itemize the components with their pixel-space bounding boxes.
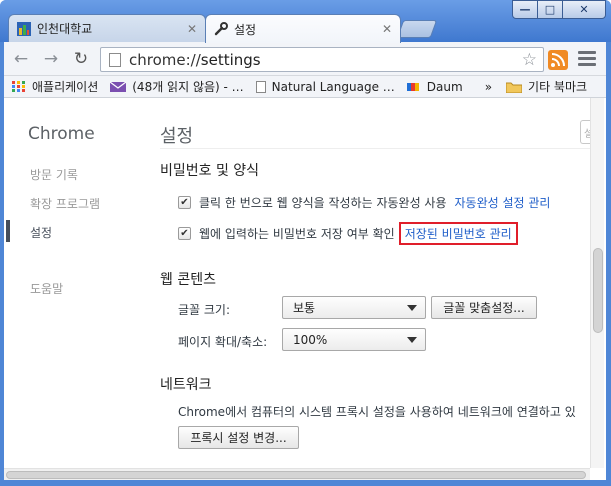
back-arrow-icon[interactable]: ← [10, 49, 32, 69]
address-bar[interactable]: chrome://settings ☆ [100, 47, 544, 72]
bookmark-apps[interactable]: 애플리케이션 [12, 78, 98, 95]
sidebar-brand: Chrome [28, 124, 95, 144]
close-tab-icon[interactable]: ✕ [382, 22, 392, 36]
window-frame-right [606, 42, 611, 486]
scrollbar-thumb[interactable] [593, 248, 603, 333]
sidebar-item-help[interactable]: 도움말 [30, 280, 63, 297]
daum-icon [406, 81, 421, 93]
horizontal-scrollbar[interactable] [4, 468, 590, 480]
window-frame-left [0, 42, 4, 486]
site-favicon-icon [17, 21, 31, 36]
tab-label: 인천대학교 [37, 22, 93, 36]
bookmarks-overflow-chevron[interactable]: » [485, 80, 492, 94]
autofill-row: ✔ 클릭 한 번으로 웹 양식을 작성하는 자동완성 사용 자동완성 설정 관리 [178, 194, 550, 211]
chevron-down-icon [407, 305, 417, 311]
window-frame-bottom [0, 480, 611, 486]
password-row: ✔ 웹에 입력하는 비밀번호 저장 여부 확인 저장된 비밀번호 관리 [178, 222, 518, 245]
apps-grid-icon [12, 80, 26, 93]
close-tab-icon[interactable]: ✕ [187, 22, 197, 36]
save-passwords-label: 웹에 입력하는 비밀번호 저장 여부 확인 [199, 227, 395, 241]
manage-passwords-link[interactable]: 저장된 비밀번호 관리 [398, 222, 518, 245]
chevron-down-icon [407, 337, 417, 343]
autofill-label: 클릭 한 번으로 웹 양식을 작성하는 자동완성 사용 [199, 196, 447, 210]
save-passwords-checkbox[interactable]: ✔ [178, 227, 191, 240]
scrollbar-thumb[interactable] [6, 471, 586, 479]
change-proxy-settings-button[interactable]: 프록시 설정 변경... [178, 426, 299, 449]
customize-fonts-button[interactable]: 글꼴 맞춤설정... [431, 296, 537, 319]
toolbar: ← → ↻ chrome://settings ☆ [0, 42, 611, 76]
font-size-label: 글꼴 크기: [178, 303, 231, 317]
network-section-title: 네트워크 [160, 377, 212, 393]
settings-sidebar: Chrome 방문 기록 확장 프로그램 설정 도움말 [0, 98, 140, 468]
forward-arrow-icon[interactable]: → [40, 49, 62, 69]
tab-incheon-university[interactable]: 인천대학교 ✕ [8, 14, 206, 42]
header-divider [160, 148, 590, 149]
network-description: Chrome에서 컴퓨터의 시스템 프록시 설정을 사용하여 네트워크에 연결하… [178, 405, 576, 419]
font-size-select[interactable]: 보통 [282, 296, 426, 319]
bookmark-mail[interactable]: (48개 읽지 않음) - … [109, 78, 244, 95]
new-tab-button[interactable] [396, 20, 438, 38]
sidebar-item-extensions[interactable]: 확장 프로그램 [30, 195, 100, 212]
autofill-settings-link[interactable]: 자동완성 설정 관리 [455, 194, 551, 211]
menu-icon[interactable] [578, 51, 596, 67]
vertical-scrollbar[interactable] [590, 98, 604, 468]
maximize-button[interactable]: □ [537, 0, 563, 19]
bookmark-daum[interactable]: Daum [406, 80, 463, 94]
web-content-section-title: 웹 콘텐츠 [160, 272, 216, 288]
bookmark-natural-language[interactable]: Natural Language … [255, 80, 395, 94]
selected-indicator [6, 220, 10, 242]
page-icon [255, 80, 266, 93]
autofill-checkbox[interactable]: ✔ [178, 196, 191, 209]
passwords-section-title: 비밀번호 및 양식 [160, 163, 260, 179]
wrench-icon [214, 22, 228, 36]
bookmarks-bar: 애플리케이션 (48개 읽지 않음) - … Natural Language … [0, 76, 611, 98]
settings-page: Chrome 방문 기록 확장 프로그램 설정 도움말 설정 설 비밀번호 및 … [0, 98, 611, 486]
bookmark-star-icon[interactable]: ☆ [522, 50, 537, 70]
address-url: chrome://settings [129, 50, 261, 69]
bookmark-other[interactable]: 기타 북마크 [505, 78, 587, 95]
tab-settings[interactable]: 설정 ✕ [205, 14, 401, 43]
page-icon [109, 52, 121, 67]
mail-icon [109, 81, 127, 93]
page-title: 설정 [160, 126, 194, 147]
page-zoom-select[interactable]: 100% [282, 328, 426, 351]
sidebar-item-history[interactable]: 방문 기록 [30, 166, 78, 183]
page-zoom-label: 페이지 확대/축소: [178, 335, 268, 349]
tab-label: 설정 [234, 22, 257, 37]
folder-icon [505, 81, 523, 93]
reload-icon[interactable]: ↻ [70, 49, 92, 69]
close-window-button[interactable]: ✕ [562, 0, 606, 19]
sidebar-item-settings[interactable]: 설정 [30, 224, 52, 241]
rss-icon[interactable] [548, 50, 568, 70]
browser-window: 인천대학교 ✕ 설정 ✕ — □ ✕ ← → ↻ chrome://settin… [0, 0, 611, 486]
minimize-button[interactable]: — [512, 0, 538, 19]
